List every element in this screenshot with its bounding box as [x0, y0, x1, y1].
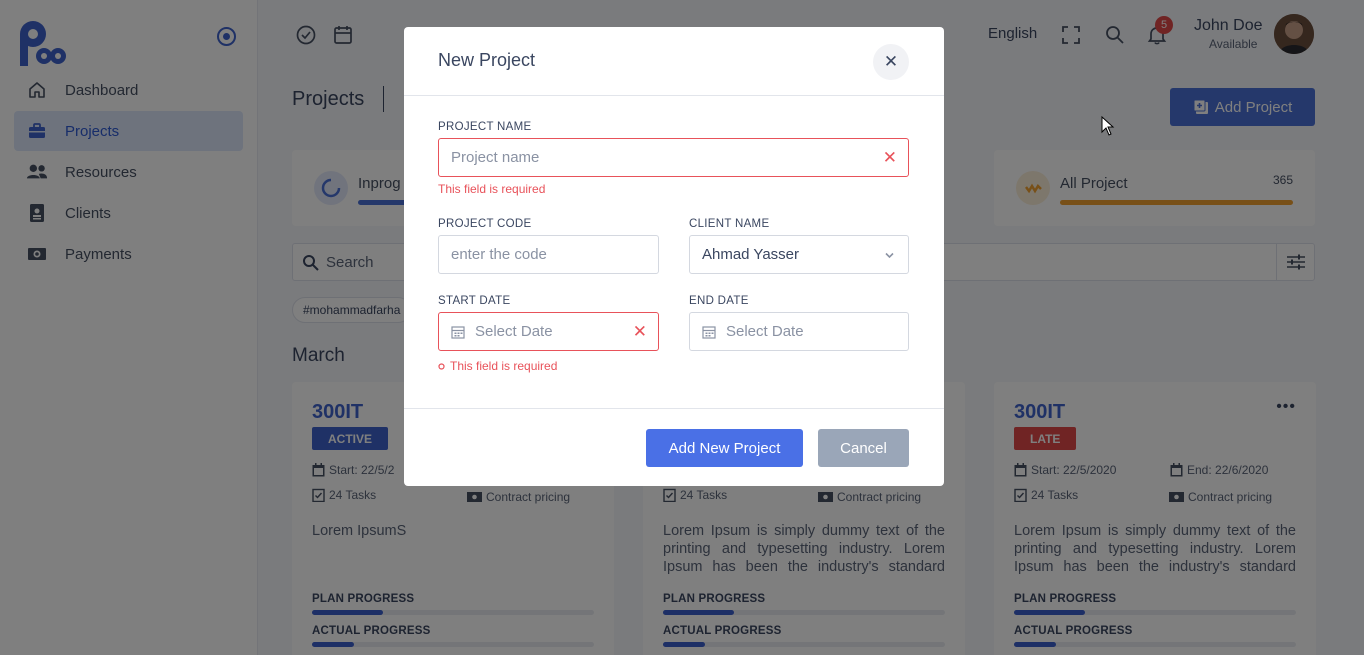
calendar-icon [702, 325, 716, 339]
chevron-down-icon [885, 252, 894, 259]
calendar-icon [451, 325, 465, 339]
client-name-select[interactable]: Ahmad Yasser [689, 235, 909, 274]
new-project-modal: New Project ✕ PROJECT NAME Project name … [404, 27, 944, 486]
cancel-button[interactable]: Cancel [818, 429, 909, 467]
add-new-project-button[interactable]: Add New Project [646, 429, 803, 467]
project-name-placeholder: Project name [451, 149, 540, 166]
error-dot-icon [438, 362, 445, 370]
project-code-placeholder: enter the code [451, 246, 547, 263]
client-name-label: CLIENT NAME [689, 218, 770, 230]
project-name-error: This field is required [438, 182, 546, 196]
close-button[interactable]: ✕ [873, 44, 909, 80]
project-name-label: PROJECT NAME [438, 121, 532, 133]
end-date-field[interactable]: Select Date [689, 312, 909, 351]
close-icon: ✕ [883, 52, 899, 71]
start-date-label: START DATE [438, 295, 511, 307]
client-name-value: Ahmad Yasser [702, 246, 799, 263]
start-date-placeholder: Select Date [475, 323, 553, 340]
start-date-error-text: This field is required [450, 359, 558, 373]
project-code-label: PROJECT CODE [438, 218, 532, 230]
modal-header: New Project ✕ [404, 27, 944, 96]
modal-title: New Project [438, 50, 536, 70]
project-name-field[interactable]: Project name ✕ [438, 138, 909, 177]
error-x-icon: ✕ [632, 322, 647, 341]
start-date-error: This field is required [438, 359, 557, 373]
modal-footer-divider [404, 408, 944, 409]
error-x-icon: ✕ [882, 148, 897, 167]
mouse-cursor-icon [1101, 116, 1115, 136]
start-date-field[interactable]: Select Date ✕ [438, 312, 659, 351]
end-date-label: END DATE [689, 295, 749, 307]
project-code-field[interactable]: enter the code [438, 235, 659, 274]
end-date-placeholder: Select Date [726, 323, 804, 340]
